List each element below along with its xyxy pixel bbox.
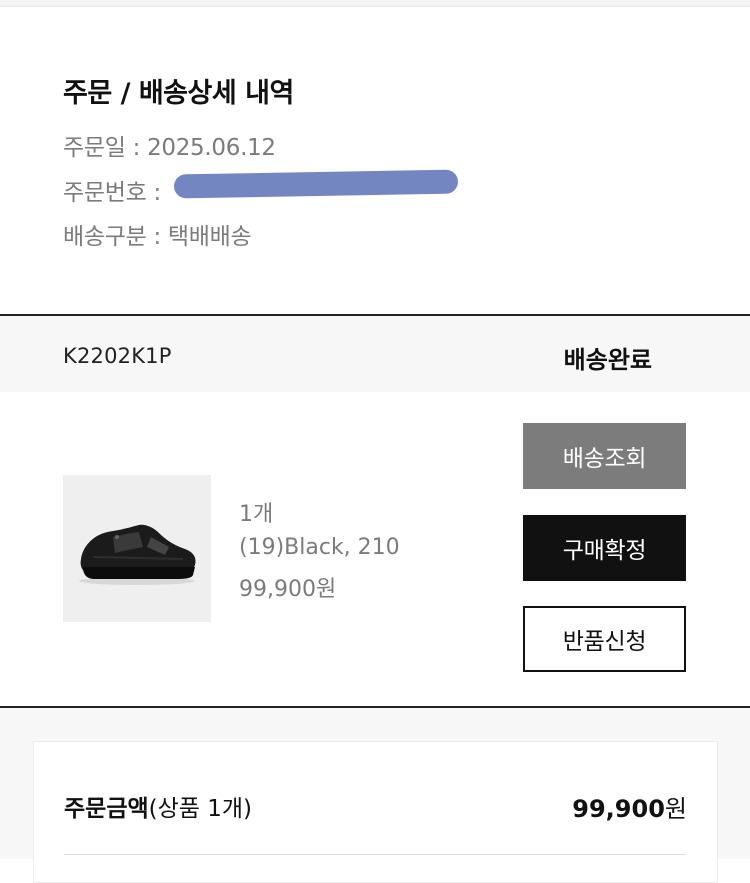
order-date-value: 2025.06.12 bbox=[147, 135, 276, 161]
order-date-label: 주문일 : bbox=[63, 135, 148, 161]
item-option: (19)Black, 210 bbox=[239, 535, 400, 560]
page-title: 주문 / 배송상세 내역 bbox=[63, 78, 294, 109]
order-number-label: 주문번호 : bbox=[63, 180, 161, 206]
shipment-code: K2202K1P bbox=[63, 344, 172, 368]
shipment-status-bar: K2202K1P 배송완료 bbox=[0, 316, 750, 392]
delivery-type-line: 배송구분 : 택배배송 bbox=[63, 217, 252, 251]
order-date-line: 주문일 : 2025.06.12 bbox=[63, 128, 276, 162]
order-amount-number: 99,900 bbox=[572, 795, 665, 823]
delivery-type-value: 택배배송 bbox=[167, 224, 252, 250]
order-amount-currency: 원 bbox=[664, 795, 687, 823]
order-amount-value: 99,900원 bbox=[572, 789, 687, 824]
order-amount-label: 주문금액(상품 1개) bbox=[64, 789, 252, 823]
order-amount-label-detail: (상품 1개) bbox=[148, 796, 253, 822]
redacted-order-number bbox=[173, 169, 459, 199]
shoe-icon bbox=[79, 524, 196, 585]
confirm-purchase-button[interactable]: 구매확정 bbox=[523, 515, 686, 581]
card-divider bbox=[64, 854, 686, 855]
delivery-type-label: 배송구분 : bbox=[63, 224, 168, 250]
order-amount-card: 주문금액(상품 1개) 99,900원 bbox=[33, 741, 718, 883]
product-thumbnail[interactable] bbox=[63, 475, 211, 622]
payment-section: 주문금액(상품 1개) 99,900원 bbox=[0, 708, 750, 883]
order-info-section: 주문 / 배송상세 내역 주문일 : 2025.06.12 주문번호 : 배송구… bbox=[0, 7, 750, 314]
order-amount-label-bold: 주문금액 bbox=[64, 796, 149, 822]
return-request-button[interactable]: 반품신청 bbox=[523, 606, 686, 672]
item-quantity: 1개 bbox=[239, 502, 274, 527]
top-strip bbox=[0, 0, 750, 7]
delivery-status: 배송완료 bbox=[563, 346, 652, 374]
item-price: 99,900원 bbox=[239, 577, 337, 602]
order-number-line: 주문번호 : bbox=[63, 173, 161, 207]
track-delivery-button[interactable]: 배송조회 bbox=[523, 423, 686, 489]
order-item: 1개 (19)Black, 210 99,900원 배송조회 구매확정 반품신청 bbox=[0, 392, 750, 706]
